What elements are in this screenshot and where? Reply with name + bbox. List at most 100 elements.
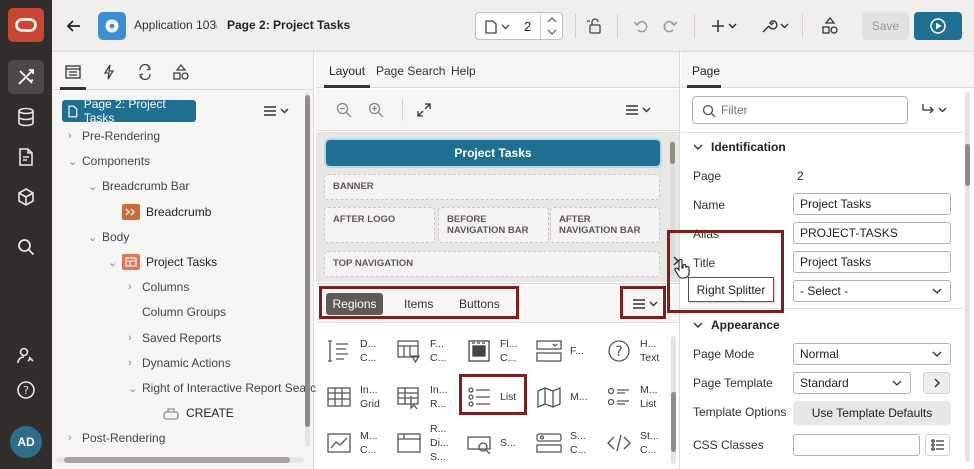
- run-page-button[interactable]: [914, 12, 962, 40]
- go-to-template-button[interactable]: [923, 372, 950, 394]
- tree-node-dynamic-actions[interactable]: › Dynamic Actions: [128, 352, 231, 374]
- tree-node-label: Project Tasks: [146, 255, 218, 269]
- slot-after-logo[interactable]: AFTER LOGO: [324, 207, 435, 243]
- tab-page-search[interactable]: Page Search: [376, 64, 445, 78]
- user-avatar[interactable]: AD: [8, 425, 44, 459]
- page-selector[interactable]: 2: [475, 12, 563, 40]
- layout-menu-button[interactable]: [624, 101, 654, 119]
- alias-field[interactable]: PROJECT-TASKS: [793, 222, 951, 244]
- sql-workshop-icon[interactable]: [8, 140, 44, 174]
- gallery-item-sublabel: C...: [430, 352, 447, 364]
- gallery-item-search[interactable]: S...: [464, 420, 516, 466]
- gallery-item-static-content[interactable]: St... C...: [604, 420, 659, 466]
- oracle-logo-icon[interactable]: [8, 8, 44, 42]
- processing-tab-icon[interactable]: [134, 61, 156, 83]
- page-template-select[interactable]: Standard: [793, 372, 911, 394]
- tab-help[interactable]: Help: [451, 64, 476, 78]
- redo-icon[interactable]: [658, 14, 682, 38]
- scrollbar-thumb[interactable]: [670, 142, 675, 164]
- gallery-item-media-list[interactable]: M... List: [604, 374, 658, 420]
- gallery-item-faceted-search[interactable]: F... C...: [394, 328, 446, 374]
- undo-icon[interactable]: [629, 14, 653, 38]
- slot-top-navigation[interactable]: TOP NAVIGATION: [324, 251, 660, 277]
- gallery-item-sublabel: C...: [360, 444, 377, 456]
- lock-icon[interactable]: [582, 14, 606, 38]
- scrollbar-thumb[interactable]: [965, 144, 970, 186]
- tree-node-breadcrumb-bar[interactable]: ⌄ Breadcrumb Bar: [88, 175, 189, 197]
- faceted-search-icon: [394, 336, 424, 366]
- tree-node-breadcrumb[interactable]: Breadcrumb: [122, 201, 211, 223]
- tab-layout[interactable]: Layout: [329, 64, 365, 78]
- tree-node-columns[interactable]: › Columns: [128, 276, 189, 298]
- tree-node-body[interactable]: ⌄ Body: [88, 226, 129, 248]
- project-tasks-region[interactable]: Project Tasks: [324, 138, 662, 168]
- shared-components-tab-icon[interactable]: [170, 61, 192, 83]
- admin-icon[interactable]: [8, 339, 44, 373]
- page-stepper[interactable]: [540, 13, 562, 39]
- tree-node-post-rendering[interactable]: › Post-Rendering: [68, 427, 165, 449]
- zoom-out-icon[interactable]: [334, 100, 354, 120]
- gallery-item-smart-filters[interactable]: S... C...: [534, 420, 586, 466]
- section-appearance[interactable]: Appearance: [693, 318, 780, 332]
- property-filter[interactable]: [692, 96, 908, 124]
- tree-node-create-button[interactable]: CREATE: [162, 402, 234, 424]
- dynamic-actions-tab-icon[interactable]: [98, 61, 120, 83]
- section-identification[interactable]: Identification: [693, 140, 786, 154]
- gallery-item-help-text[interactable]: ? H... Text: [604, 328, 659, 374]
- help-icon[interactable]: ?: [8, 373, 44, 407]
- tree-node-saved-reports[interactable]: › Saved Reports: [128, 327, 221, 349]
- zoom-in-icon[interactable]: [366, 100, 386, 120]
- scrollbar-thumb[interactable]: [305, 95, 310, 427]
- app-name-link[interactable]: Application 103: [134, 18, 216, 32]
- app-icon[interactable]: [98, 12, 126, 40]
- gallery-item-metrics[interactable]: M... C...: [324, 420, 378, 466]
- search-icon[interactable]: [8, 230, 44, 264]
- css-classes-field[interactable]: [793, 434, 920, 456]
- rendering-tab-icon[interactable]: [62, 61, 84, 83]
- gallery-item-flex[interactable]: Fl... C...: [464, 328, 518, 374]
- property-scrollbar[interactable]: [965, 92, 970, 462]
- gallery-scrollbar[interactable]: [671, 336, 676, 464]
- scrollbar-thumb[interactable]: [671, 392, 676, 452]
- back-arrow-icon[interactable]: [64, 16, 84, 36]
- goto-group-button[interactable]: [919, 100, 953, 120]
- vertical-scrollbar[interactable]: [305, 92, 310, 447]
- team-dev-icon[interactable]: [8, 180, 44, 214]
- selected-page-node[interactable]: Page 2: Project Tasks: [62, 97, 196, 125]
- use-template-defaults-button[interactable]: Use Template Defaults: [793, 401, 951, 425]
- database-icon[interactable]: [8, 100, 44, 134]
- horizontal-scrollbar[interactable]: [56, 457, 304, 463]
- page-number-input[interactable]: 2: [524, 19, 531, 34]
- slot-after-nav-bar[interactable]: AFTER NAVIGATION BAR: [550, 207, 660, 243]
- gallery-item-form[interactable]: F...: [534, 328, 584, 374]
- save-button[interactable]: Save: [862, 12, 909, 40]
- slot-before-nav-bar[interactable]: BEFORE NAVIGATION BAR: [438, 207, 549, 243]
- create-menu-button[interactable]: [708, 14, 742, 38]
- app-builder-icon[interactable]: [8, 60, 44, 94]
- expand-icon[interactable]: [414, 100, 434, 120]
- css-classes-picker-button[interactable]: [925, 434, 950, 456]
- slot-banner[interactable]: BANNER: [324, 174, 660, 200]
- select-value: - Select -: [800, 284, 849, 298]
- tab-page[interactable]: Page: [692, 64, 720, 78]
- tree-node-components[interactable]: ⌄ Components: [68, 150, 150, 172]
- gallery-item-dynamic-content[interactable]: D... C...: [324, 328, 376, 374]
- tree-node-right-of-ir-search[interactable]: ⌄ Right of Interactive Report Searc: [128, 377, 316, 399]
- title-field[interactable]: Project Tasks: [793, 251, 951, 273]
- tree-node-column-groups[interactable]: Column Groups: [128, 301, 226, 323]
- filter-input[interactable]: [721, 101, 901, 119]
- tree-node-project-tasks[interactable]: ⌄ Project Tasks: [108, 251, 217, 273]
- tree-menu-button[interactable]: [262, 102, 292, 120]
- name-field[interactable]: Project Tasks: [793, 193, 951, 215]
- tree-node-pre-rendering[interactable]: › Pre-Rendering: [68, 125, 160, 147]
- shared-components-icon[interactable]: [818, 14, 842, 38]
- gallery-item-interactive-report[interactable]: In... R...: [394, 374, 448, 420]
- scrollbar-thumb[interactable]: [64, 457, 290, 463]
- select-field[interactable]: - Select -: [793, 280, 951, 302]
- gallery-item-region-display-selector[interactable]: R... Di... S...: [394, 420, 449, 466]
- page-mode-select[interactable]: Normal: [793, 343, 951, 365]
- gallery-item-map[interactable]: M...: [534, 374, 588, 420]
- page-mode-label: Page Mode: [693, 347, 755, 361]
- utilities-wrench-icon[interactable]: [758, 14, 792, 38]
- gallery-item-interactive-grid[interactable]: In... Grid: [324, 374, 380, 420]
